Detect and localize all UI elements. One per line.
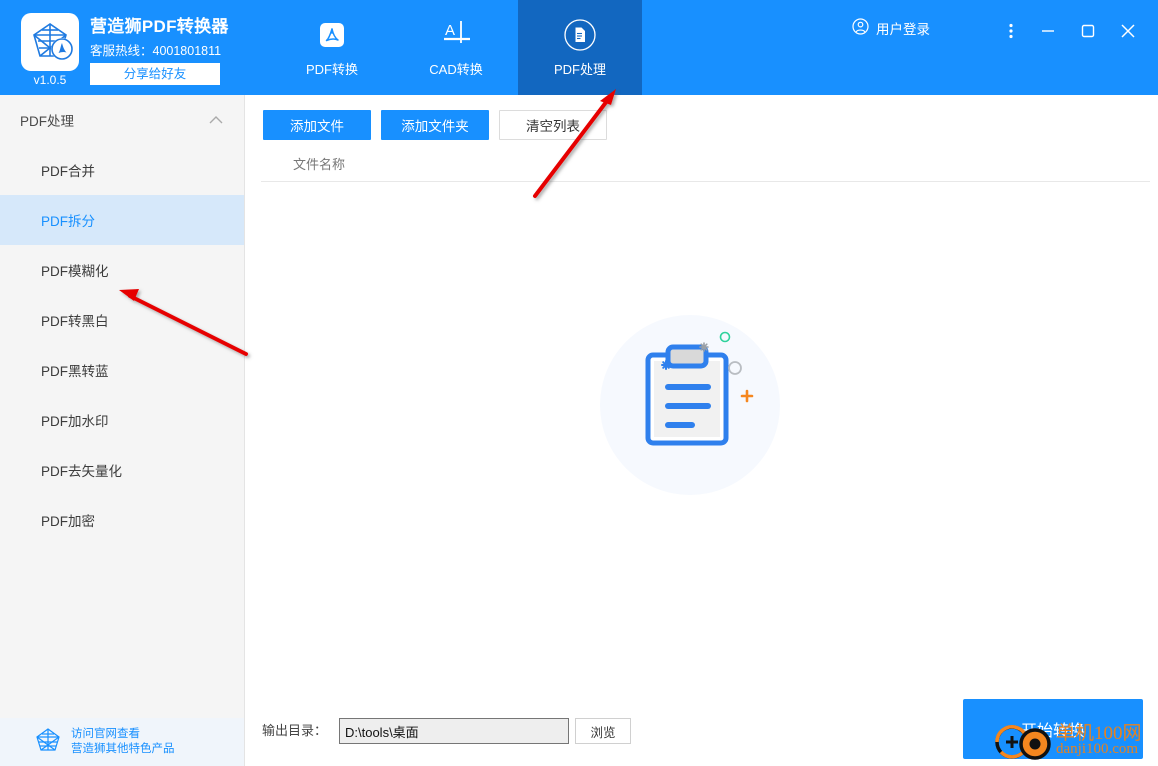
app-logo [21,13,79,71]
clipboard-empty-icon [645,331,754,446]
more-vertical-icon[interactable] [994,14,1028,48]
sidebar-item-label: PDF加密 [41,514,95,529]
brand-block: v1.0.5 营造狮PDF转换器 客服热线：4001801811 分享给好友 [0,0,245,95]
output-dir-label: 输出目录： [262,723,328,738]
sidebar-item-label: PDF转黑白 [41,314,109,329]
tab-label: PDF处理 [553,61,606,77]
spider-web-logo-icon [33,725,63,760]
add-file-button[interactable]: 添加文件 [263,110,371,140]
sidebar-item-pdf-watermark[interactable]: PDF加水印 [0,395,244,445]
tab-label: CAD转换 [429,61,483,77]
cad-text-icon: A [439,18,473,52]
sidebar: PDF处理 PDF合并 PDF拆分 PDF模糊化 PDF转黑白 PDF黑转蓝 P… [0,95,245,766]
app-version: v1.0.5 [33,73,67,87]
clear-list-button[interactable]: 清空列表 [499,110,607,140]
spider-web-pdf-logo-icon [33,23,73,60]
sidebar-item-pdf-encrypt[interactable]: PDF加密 [0,495,244,545]
column-header-filename: 文件名称 [293,157,346,172]
document-circle-icon [563,18,597,52]
empty-state-illustration [600,315,800,515]
file-list-header: 文件名称 [245,147,1158,180]
sidebar-item-pdf-blur[interactable]: PDF模糊化 [0,245,244,295]
hotline-text: 客服热线：4001801811 [90,44,222,58]
file-toolbar: 添加文件 添加文件夹 清空列表 [263,110,607,140]
sidebar-item-label: PDF去矢量化 [41,464,122,479]
sidebar-footer-link[interactable]: 访问官网查看 营造狮其他特色产品 [0,718,244,766]
sidebar-item-pdf-devectorize[interactable]: PDF去矢量化 [0,445,244,495]
sidebar-group-pdf-process[interactable]: PDF处理 [0,95,244,145]
sidebar-item-label: PDF合并 [41,164,95,179]
sidebar-item-label: PDF拆分 [41,214,95,229]
pdf-acrobat-icon [315,18,349,52]
sidebar-group-title: PDF处理 [20,114,74,129]
tab-cad-convert[interactable]: A CAD转换 [394,0,518,95]
sidebar-item-pdf-black-to-blue[interactable]: PDF黑转蓝 [0,345,244,395]
tab-label: PDF转换 [305,61,358,77]
svg-text:A: A [445,22,455,39]
sidebar-item-label: PDF加水印 [41,414,109,429]
minimize-icon[interactable] [1028,14,1068,48]
user-circle-icon [852,18,869,38]
sidebar-item-label: PDF黑转蓝 [41,364,109,379]
close-icon[interactable] [1108,14,1148,48]
list-header-divider [261,181,1150,182]
application-window: v1.0.5 营造狮PDF转换器 客服热线：4001801811 分享给好友 P… [0,0,1158,766]
sidebar-footer-text: 访问官网查看 营造狮其他特色产品 [71,727,175,757]
tab-pdf-process[interactable]: PDF处理 [518,0,642,95]
sidebar-item-pdf-split[interactable]: PDF拆分 [0,195,244,245]
sidebar-item-pdf-merge[interactable]: PDF合并 [0,145,244,195]
user-login-label: 用户登录 [876,22,930,37]
sidebar-footer-line2: 营造狮其他特色产品 [71,743,175,755]
title-bar: v1.0.5 营造狮PDF转换器 客服热线：4001801811 分享给好友 P… [0,0,1158,95]
browse-button[interactable]: 浏览 [575,718,631,744]
tab-bar: PDF转换 A CAD转换 PDF处理 [270,0,642,95]
tab-pdf-convert[interactable]: PDF转换 [270,0,394,95]
share-button[interactable]: 分享给好友 [90,63,220,85]
maximize-icon[interactable] [1068,14,1108,48]
chevron-up-icon[interactable] [208,113,224,131]
add-folder-button[interactable]: 添加文件夹 [381,110,489,140]
sidebar-footer-line1: 访问官网查看 [71,728,140,740]
sidebar-item-label: PDF模糊化 [41,264,109,279]
app-title: 营造狮PDF转换器 [90,17,229,36]
user-login-button[interactable]: 用户登录 [852,18,930,38]
window-controls [994,14,1148,48]
main-content: 添加文件 添加文件夹 清空列表 文件名称 输出目录： D:\tools\桌面 浏… [245,95,1158,766]
start-convert-button[interactable]: 开始转换 [963,699,1143,759]
output-dir-input[interactable] [339,718,569,744]
sidebar-item-pdf-to-blackwhite[interactable]: PDF转黑白 [0,295,244,345]
